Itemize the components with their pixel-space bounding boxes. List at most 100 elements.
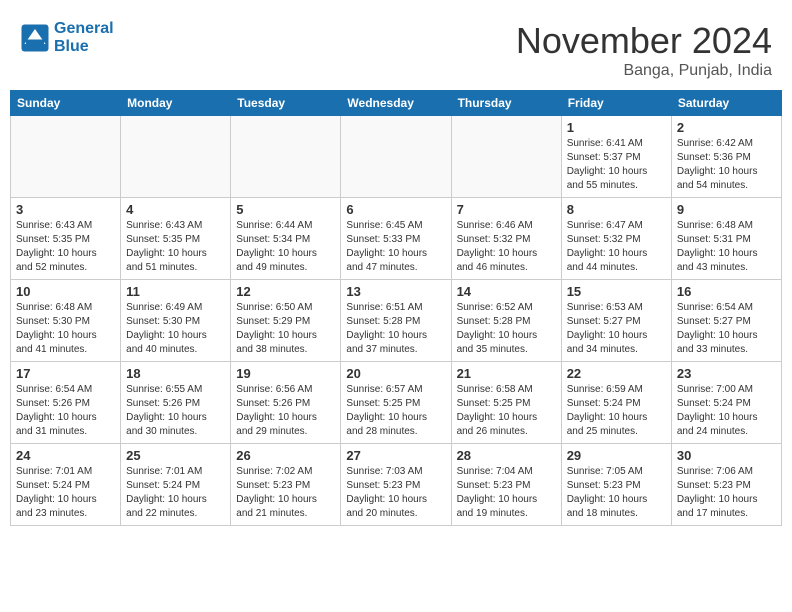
day-info: Sunrise: 6:42 AM Sunset: 5:36 PM Dayligh… [677,137,776,193]
day-number: 18 [126,366,225,381]
calendar-cell: 16Sunrise: 6:54 AM Sunset: 5:27 PM Dayli… [671,280,781,362]
logo-icon [20,23,50,53]
calendar-cell: 8Sunrise: 6:47 AM Sunset: 5:32 PM Daylig… [561,198,671,280]
calendar-week-row: 1 Sunrise: 6:41 AM Sunset: 5:37 PM Daylig… [11,116,782,198]
day-info: Sunrise: 6:59 AM Sunset: 5:24 PM Dayligh… [567,383,666,439]
day-info: Sunrise: 6:51 AM Sunset: 5:28 PM Dayligh… [346,301,445,357]
day-info: Sunrise: 7:06 AM Sunset: 5:23 PM Dayligh… [677,465,776,521]
day-info: Sunrise: 6:43 AM Sunset: 5:35 PM Dayligh… [126,219,225,275]
day-info: Sunrise: 6:55 AM Sunset: 5:26 PM Dayligh… [126,383,225,439]
day-number: 4 [126,202,225,217]
logo-text-line1: General [54,20,114,38]
day-info: Sunrise: 6:44 AM Sunset: 5:34 PM Dayligh… [236,219,335,275]
day-number: 11 [126,284,225,299]
title-block: November 2024 Banga, Punjab, India [516,20,772,80]
calendar-cell: 30 Sunrise: 7:06 AM Sunset: 5:23 PM Dayli… [671,444,781,526]
day-header-sunday: Sunday [11,91,121,116]
calendar-cell: 18 Sunrise: 6:55 AM Sunset: 5:26 PM Dayli… [121,362,231,444]
day-info: Sunrise: 6:50 AM Sunset: 5:29 PM Dayligh… [236,301,335,357]
calendar-cell: 13 Sunrise: 6:51 AM Sunset: 5:28 PM Dayli… [341,280,451,362]
day-number: 30 [677,448,776,463]
calendar-cell: 3Sunrise: 6:43 AM Sunset: 5:35 PM Daylig… [11,198,121,280]
location: Banga, Punjab, India [516,62,772,80]
calendar-week-row: 24 Sunrise: 7:01 AM Sunset: 5:24 PM Dayli… [11,444,782,526]
day-number: 23 [677,366,776,381]
day-info: Sunrise: 7:05 AM Sunset: 5:23 PM Dayligh… [567,465,666,521]
day-number: 26 [236,448,335,463]
day-number: 8 [567,202,666,217]
day-info: Sunrise: 6:53 AM Sunset: 5:27 PM Dayligh… [567,301,666,357]
calendar-cell: 5Sunrise: 6:44 AM Sunset: 5:34 PM Daylig… [231,198,341,280]
month-title: November 2024 [516,20,772,62]
day-number: 16 [677,284,776,299]
day-number: 25 [126,448,225,463]
day-info: Sunrise: 7:01 AM Sunset: 5:24 PM Dayligh… [16,465,115,521]
day-info: Sunrise: 6:46 AM Sunset: 5:32 PM Dayligh… [457,219,556,275]
calendar-cell: 24 Sunrise: 7:01 AM Sunset: 5:24 PM Dayli… [11,444,121,526]
calendar-cell: 14 Sunrise: 6:52 AM Sunset: 5:28 PM Dayli… [451,280,561,362]
day-header-friday: Friday [561,91,671,116]
day-number: 10 [16,284,115,299]
calendar-table: SundayMondayTuesdayWednesdayThursdayFrid… [10,90,782,526]
day-header-monday: Monday [121,91,231,116]
calendar-cell [341,116,451,198]
day-number: 6 [346,202,445,217]
calendar-cell: 27 Sunrise: 7:03 AM Sunset: 5:23 PM Dayli… [341,444,451,526]
calendar-cell: 1 Sunrise: 6:41 AM Sunset: 5:37 PM Daylig… [561,116,671,198]
day-number: 21 [457,366,556,381]
day-number: 22 [567,366,666,381]
day-number: 2 [677,120,776,135]
day-number: 17 [16,366,115,381]
calendar-week-row: 10 Sunrise: 6:48 AM Sunset: 5:30 PM Dayli… [11,280,782,362]
day-info: Sunrise: 7:01 AM Sunset: 5:24 PM Dayligh… [126,465,225,521]
calendar-cell: 29 Sunrise: 7:05 AM Sunset: 5:23 PM Dayli… [561,444,671,526]
calendar-cell: 25 Sunrise: 7:01 AM Sunset: 5:24 PM Dayli… [121,444,231,526]
calendar-cell: 6 Sunrise: 6:45 AM Sunset: 5:33 PM Daylig… [341,198,451,280]
day-number: 19 [236,366,335,381]
day-info: Sunrise: 6:56 AM Sunset: 5:26 PM Dayligh… [236,383,335,439]
calendar-cell: 15 Sunrise: 6:53 AM Sunset: 5:27 PM Dayli… [561,280,671,362]
calendar-cell: 2 Sunrise: 6:42 AM Sunset: 5:36 PM Daylig… [671,116,781,198]
calendar-cell: 20 Sunrise: 6:57 AM Sunset: 5:25 PM Dayli… [341,362,451,444]
calendar-cell: 23Sunrise: 7:00 AM Sunset: 5:24 PM Dayli… [671,362,781,444]
day-number: 27 [346,448,445,463]
calendar-cell: 11 Sunrise: 6:49 AM Sunset: 5:30 PM Dayli… [121,280,231,362]
day-info: Sunrise: 7:04 AM Sunset: 5:23 PM Dayligh… [457,465,556,521]
day-info: Sunrise: 6:48 AM Sunset: 5:30 PM Dayligh… [16,301,115,357]
day-info: Sunrise: 6:43 AM Sunset: 5:35 PM Dayligh… [16,219,115,275]
day-number: 28 [457,448,556,463]
calendar-cell: 17 Sunrise: 6:54 AM Sunset: 5:26 PM Dayli… [11,362,121,444]
page-header: General Blue November 2024 Banga, Punjab… [10,10,782,85]
day-info: Sunrise: 6:48 AM Sunset: 5:31 PM Dayligh… [677,219,776,275]
day-header-saturday: Saturday [671,91,781,116]
calendar-week-row: 17 Sunrise: 6:54 AM Sunset: 5:26 PM Dayli… [11,362,782,444]
calendar-cell: 12 Sunrise: 6:50 AM Sunset: 5:29 PM Dayli… [231,280,341,362]
calendar-cell: 21 Sunrise: 6:58 AM Sunset: 5:25 PM Dayli… [451,362,561,444]
day-info: Sunrise: 6:45 AM Sunset: 5:33 PM Dayligh… [346,219,445,275]
day-number: 20 [346,366,445,381]
day-number: 14 [457,284,556,299]
calendar-cell: 22 Sunrise: 6:59 AM Sunset: 5:24 PM Dayli… [561,362,671,444]
day-info: Sunrise: 6:52 AM Sunset: 5:28 PM Dayligh… [457,301,556,357]
calendar-cell [451,116,561,198]
day-info: Sunrise: 6:49 AM Sunset: 5:30 PM Dayligh… [126,301,225,357]
day-info: Sunrise: 6:54 AM Sunset: 5:26 PM Dayligh… [16,383,115,439]
calendar-cell [121,116,231,198]
calendar-cell: 7Sunrise: 6:46 AM Sunset: 5:32 PM Daylig… [451,198,561,280]
day-number: 29 [567,448,666,463]
day-number: 1 [567,120,666,135]
logo: General Blue [20,20,114,55]
day-header-thursday: Thursday [451,91,561,116]
day-number: 24 [16,448,115,463]
day-info: Sunrise: 7:03 AM Sunset: 5:23 PM Dayligh… [346,465,445,521]
day-number: 12 [236,284,335,299]
calendar-cell: 28 Sunrise: 7:04 AM Sunset: 5:23 PM Dayli… [451,444,561,526]
day-number: 15 [567,284,666,299]
day-info: Sunrise: 6:58 AM Sunset: 5:25 PM Dayligh… [457,383,556,439]
day-info: Sunrise: 6:41 AM Sunset: 5:37 PM Dayligh… [567,137,666,193]
calendar-cell: 10 Sunrise: 6:48 AM Sunset: 5:30 PM Dayli… [11,280,121,362]
day-header-wednesday: Wednesday [341,91,451,116]
day-info: Sunrise: 6:57 AM Sunset: 5:25 PM Dayligh… [346,383,445,439]
day-number: 13 [346,284,445,299]
calendar-cell [11,116,121,198]
